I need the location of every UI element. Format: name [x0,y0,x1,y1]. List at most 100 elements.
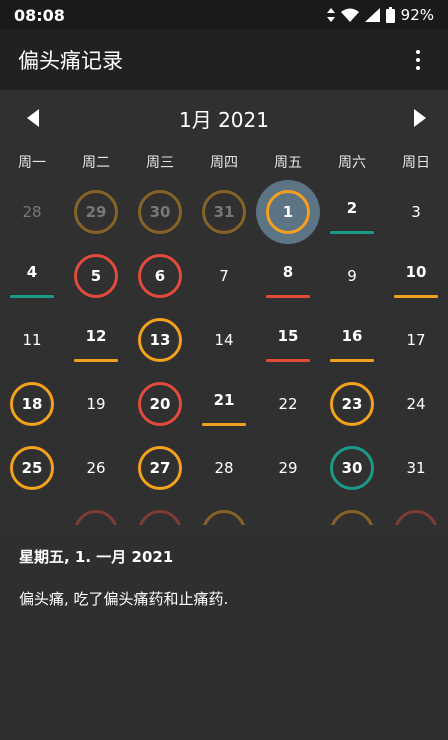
calendar-day[interactable]: 23 [320,372,384,436]
battery-icon [385,7,395,23]
calendar-day[interactable] [384,500,448,525]
day-number: 11 [22,331,42,349]
calendar-day[interactable] [128,500,192,525]
calendar-day[interactable]: 3 [384,180,448,244]
day-number: 31 [406,459,426,477]
day-number: 23 [341,395,363,413]
calendar-day[interactable]: 16 [320,308,384,372]
calendar-day[interactable]: 7 [192,244,256,308]
calendar-day[interactable]: 31 [192,180,256,244]
day-number: 20 [149,395,171,413]
day-number: 5 [90,267,102,285]
month-navigation: 1月 2021 [0,96,448,140]
calendar-day[interactable]: 31 [384,436,448,500]
calendar-week-row [0,500,448,525]
weekday-fri: 周五 [274,155,302,171]
day-underline-marker [266,359,310,362]
calendar-day[interactable] [64,500,128,525]
calendar-day[interactable] [192,500,256,525]
day-underline-marker [202,423,246,426]
calendar-week-row: 25 26 27 28 29 30 31 [0,436,448,500]
calendar-day[interactable]: 18 [0,372,64,436]
calendar-week-row: 18 19 20 21 22 23 24 [0,372,448,436]
calendar-grid: 28 29 30 31 1 2 3 4 5 6 7 8 9 10 11 12 13 14 15 16 17 18 19 20 2… [0,180,448,525]
calendar-day[interactable]: 30 [128,180,192,244]
weekday-tue: 周二 [82,155,110,171]
calendar-day[interactable]: 29 [256,436,320,500]
day-number: 29 [85,203,107,221]
day-underline-marker [74,359,118,362]
weekday-sat: 周六 [338,155,366,171]
day-number: 17 [406,331,426,349]
calendar-day[interactable]: 4 [0,244,64,308]
weekday-thu: 周四 [210,155,238,171]
calendar-day[interactable]: 28 [192,436,256,500]
calendar-day[interactable]: 14 [192,308,256,372]
status-icons: 92% [326,6,434,24]
wifi-icon [340,8,359,22]
selected-date: 星期五, 1. 一月 2021 [19,548,174,566]
calendar-day[interactable]: 20 [128,372,192,436]
battery-percent: 92% [400,6,434,24]
day-number: 13 [149,331,171,349]
next-month-button[interactable] [408,106,432,130]
calendar-day[interactable] [0,500,64,525]
day-number: 31 [213,203,235,221]
calendar-day[interactable]: 29 [64,180,128,244]
day-number: 9 [347,267,357,285]
calendar-day[interactable] [320,500,384,525]
day-number: 28 [214,459,234,477]
day-underline-marker [394,295,438,298]
calendar-week-row: 28 29 30 31 1 2 3 [0,180,448,244]
day-number: 27 [149,459,171,477]
previous-month-button[interactable] [21,106,45,130]
day-number [384,500,448,525]
day-number: 18 [21,395,43,413]
calendar-day[interactable]: 22 [256,372,320,436]
calendar-day[interactable]: 30 [320,436,384,500]
calendar-day[interactable]: 6 [128,244,192,308]
app-title: 偏头痛记录 [18,49,123,73]
status-time: 08:08 [14,5,65,25]
calendar-day[interactable]: 11 [0,308,64,372]
day-number: 22 [278,395,298,413]
weekday-sun: 周日 [402,155,430,171]
day-number: 7 [219,267,229,285]
day-number: 28 [22,203,42,221]
month-label: 1月 2021 [179,107,269,132]
day-number [128,500,192,525]
app-bar: 偏头痛记录 [0,30,448,90]
calendar-day[interactable]: 8 [256,244,320,308]
overflow-menu-icon[interactable] [406,45,430,75]
day-number: 24 [406,395,426,413]
day-underline-marker [330,231,374,234]
calendar-day[interactable]: 2 [320,180,384,244]
day-number: 14 [214,331,234,349]
calendar-day[interactable]: 26 [64,436,128,500]
calendar-day[interactable]: 27 [128,436,192,500]
calendar-day[interactable]: 15 [256,308,320,372]
status-bar: 08:08 92% [0,0,448,30]
day-number: 30 [341,459,363,477]
calendar-day[interactable]: 9 [320,244,384,308]
calendar-day[interactable]: 19 [64,372,128,436]
calendar-day[interactable]: 28 [0,180,64,244]
calendar-day[interactable]: 12 [64,308,128,372]
calendar-day[interactable]: 5 [64,244,128,308]
day-underline-marker [10,295,54,298]
day-number [192,500,256,525]
calendar-day[interactable]: 13 [128,308,192,372]
calendar-day[interactable]: 21 [192,372,256,436]
calendar-day[interactable] [256,500,320,525]
day-underline-marker [266,295,310,298]
calendar-day[interactable]: 25 [0,436,64,500]
calendar-day[interactable]: 1 [256,180,320,244]
calendar-week-row: 11 12 13 14 15 16 17 [0,308,448,372]
calendar-day[interactable]: 10 [384,244,448,308]
day-number [64,500,128,525]
calendar-day[interactable]: 24 [384,372,448,436]
calendar-week-row: 4 5 6 7 8 9 10 [0,244,448,308]
day-number: 25 [21,459,43,477]
day-underline-marker [330,359,374,362]
calendar-day[interactable]: 17 [384,308,448,372]
